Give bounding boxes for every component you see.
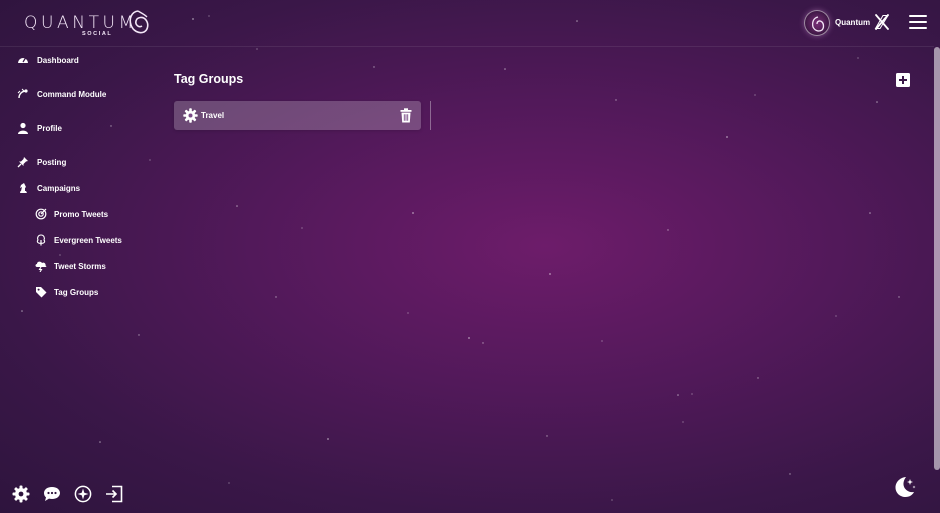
moon-stars-icon[interactable] xyxy=(893,475,917,499)
sidebar-item-profile[interactable]: Profile xyxy=(17,119,62,137)
settings-gear-icon[interactable] xyxy=(12,485,30,503)
sidebar-item-evergreen-tweets[interactable]: Evergreen Tweets xyxy=(35,231,122,249)
user-icon xyxy=(18,122,28,134)
account-name: Quantum xyxy=(835,18,871,27)
gear-icon[interactable] xyxy=(183,108,198,123)
storm-cloud-icon xyxy=(35,261,47,272)
sidebar-item-label: Evergreen Tweets xyxy=(54,235,122,245)
trash-icon[interactable] xyxy=(400,108,412,123)
sidebar-item-label: Tag Groups xyxy=(54,287,99,297)
sidebar-item-tweet-storms[interactable]: Tweet Storms xyxy=(35,257,106,275)
tag-group-name: Travel xyxy=(201,111,225,120)
sidebar-item-command-module[interactable]: Command Module xyxy=(17,85,106,103)
tree-icon xyxy=(36,234,46,246)
logout-icon[interactable] xyxy=(105,485,123,503)
sidebar-item-label: Tweet Storms xyxy=(54,261,106,271)
sidebar-item-label: Profile xyxy=(37,123,62,133)
sidebar-item-label: Posting xyxy=(37,157,67,167)
avatar-logo-icon xyxy=(812,16,825,32)
sidebar-item-promo-tweets[interactable]: Promo Tweets xyxy=(35,205,108,223)
logo-wordmark: QUANTUM xyxy=(24,13,137,33)
logo-mark-icon xyxy=(129,10,149,34)
sidebar-item-label: Command Module xyxy=(37,89,107,99)
compass-icon[interactable] xyxy=(74,485,92,503)
sidebar-item-label: Promo Tweets xyxy=(54,209,109,219)
target-icon xyxy=(35,208,47,220)
scrollbar[interactable] xyxy=(934,47,940,470)
sidebar: Dashboard Command Module Profile Posting… xyxy=(0,47,160,513)
chess-knight-icon xyxy=(20,183,27,193)
tag-group-card[interactable]: Travel xyxy=(174,101,421,130)
quantum-social-logo[interactable]: QUANTUM SOCIAL xyxy=(24,9,150,39)
top-header: QUANTUM SOCIAL Quantum xyxy=(0,0,934,47)
chat-bubble-icon[interactable] xyxy=(43,485,61,503)
tag-icon xyxy=(36,287,47,298)
pin-icon xyxy=(17,157,28,168)
sidebar-item-posting[interactable]: Posting xyxy=(17,153,66,171)
sidebar-item-tag-groups[interactable]: Tag Groups xyxy=(35,283,98,301)
avatar[interactable] xyxy=(804,10,830,36)
add-tag-group-button[interactable] xyxy=(896,73,910,87)
sidebar-item-label: Campaigns xyxy=(37,183,81,193)
satellite-icon xyxy=(17,88,28,99)
x-twitter-icon xyxy=(874,14,889,30)
sidebar-item-label: Dashboard xyxy=(37,55,79,65)
column-divider xyxy=(430,101,431,130)
sidebar-item-dashboard[interactable]: Dashboard xyxy=(17,51,79,69)
sidebar-item-campaigns[interactable]: Campaigns xyxy=(17,179,80,197)
hamburger-menu-icon[interactable] xyxy=(909,15,927,29)
logo-subtitle: SOCIAL xyxy=(82,31,113,37)
page-title: Tag Groups xyxy=(174,72,244,86)
speedometer-icon xyxy=(18,57,28,63)
